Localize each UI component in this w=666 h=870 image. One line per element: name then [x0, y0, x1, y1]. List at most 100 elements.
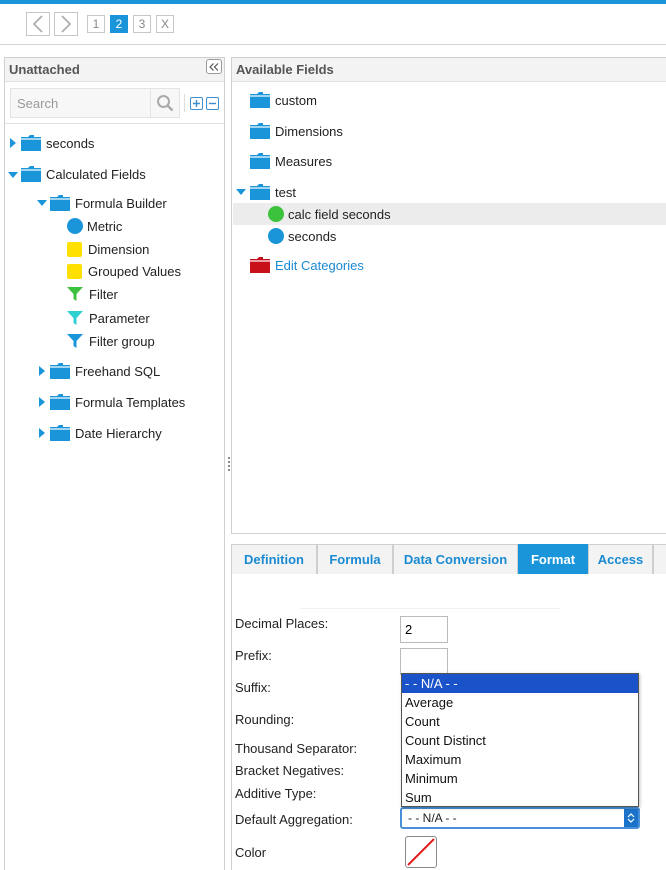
collapse-arrow-icon[interactable] [236, 189, 246, 195]
color-label: Color [235, 845, 267, 860]
edit-categories-link[interactable]: Edit Categories [249, 254, 364, 276]
tree-node-filter[interactable]: Filter [67, 283, 118, 305]
search-icon [157, 95, 174, 112]
field-folder-custom[interactable]: custom [249, 89, 317, 111]
chevron-left-icon [32, 15, 43, 33]
tab-format[interactable]: Format [518, 544, 588, 574]
wizard-stepper: 1 2 3 X [26, 12, 174, 36]
tree-node-freehand-sql[interactable]: Freehand SQL [49, 360, 160, 382]
square-icon [67, 263, 82, 279]
no-color-icon [407, 838, 435, 866]
collapse-arrow-icon[interactable] [37, 200, 47, 206]
field-label: test [275, 184, 296, 200]
top-accent-bar [0, 0, 666, 4]
unattached-header: Unattached [5, 58, 224, 82]
aggregation-option[interactable]: Count [402, 712, 638, 731]
field-folder-test[interactable]: test [249, 181, 296, 203]
collapse-panel-button[interactable] [206, 59, 222, 74]
aggregation-option[interactable]: Minimum [402, 769, 638, 788]
tree-node-filter-group[interactable]: Filter group [67, 330, 155, 352]
step-close[interactable]: X [156, 15, 174, 33]
aggregation-dropdown-list: - - N/A - - Average Count Count Distinct… [401, 673, 639, 807]
decimal-places-input[interactable] [400, 616, 448, 643]
back-button[interactable] [26, 12, 50, 36]
folder-icon [249, 91, 271, 109]
circle-icon [268, 206, 284, 222]
search-button[interactable] [150, 88, 180, 118]
tab-definition[interactable]: Definition [231, 544, 317, 574]
field-seconds[interactable]: seconds [268, 225, 336, 247]
collapse-all-button[interactable] [206, 97, 219, 110]
tree-node-label: Calculated Fields [46, 166, 146, 182]
additive-type-label: Additive Type: [235, 786, 317, 801]
thousand-separator-label: Thousand Separator: [235, 741, 358, 756]
tree-node-seconds[interactable]: seconds [20, 132, 94, 154]
tree-node-metric[interactable]: Metric [67, 215, 122, 237]
folder-icon [20, 134, 42, 152]
tree-node-label: Parameter [89, 310, 150, 326]
tree-node-date-hierarchy[interactable]: Date Hierarchy [49, 422, 162, 444]
tree-node-label: Grouped Values [88, 263, 181, 279]
available-fields-header: Available Fields [232, 58, 666, 82]
tab-formula[interactable]: Formula [317, 544, 393, 574]
default-aggregation-label: Default Aggregation: [235, 812, 353, 827]
tree-node-grouped-values[interactable]: Grouped Values [67, 260, 181, 282]
tree-node-dimension[interactable]: Dimension [67, 238, 149, 260]
header-divider [0, 44, 666, 45]
forward-button[interactable] [54, 12, 78, 36]
expand-all-button[interactable] [190, 97, 203, 110]
funnel-icon [67, 287, 83, 301]
folder-icon [49, 194, 71, 212]
field-label: custom [275, 92, 317, 108]
aggregation-option[interactable]: - - N/A - - [402, 674, 638, 693]
field-folder-dimensions[interactable]: Dimensions [249, 120, 343, 142]
tree-node-label: seconds [46, 135, 95, 151]
unattached-title: Unattached [9, 62, 80, 77]
expand-arrow-icon[interactable] [10, 138, 16, 148]
expand-arrow-icon[interactable] [39, 397, 45, 407]
color-picker-button[interactable] [405, 836, 437, 868]
prefix-input[interactable] [400, 648, 448, 675]
folder-icon [249, 122, 271, 140]
tree-node-formula-builder[interactable]: Formula Builder [49, 192, 167, 214]
tree-node-label: Formula Templates [75, 394, 186, 410]
minus-box-icon [209, 102, 216, 105]
aggregation-option[interactable]: Sum [402, 788, 638, 807]
available-fields-title: Available Fields [236, 62, 334, 77]
double-chevron-left-icon [209, 62, 219, 71]
search-input[interactable] [10, 88, 150, 118]
folder-icon [249, 256, 271, 274]
tree-node-parameter[interactable]: Parameter [67, 307, 150, 329]
square-icon [67, 241, 82, 257]
tab-bar: Definition Formula Data Conversion Forma… [231, 544, 666, 574]
tree-node-label: Dimension [88, 241, 150, 257]
expand-arrow-icon[interactable] [39, 428, 45, 438]
circle-icon [67, 218, 83, 234]
field-label: Measures [275, 153, 333, 169]
aggregation-option[interactable]: Average [402, 693, 638, 712]
tree-node-formula-templates[interactable]: Formula Templates [49, 391, 185, 413]
tab-more[interactable] [653, 544, 666, 574]
tab-data-conversion[interactable]: Data Conversion [393, 544, 518, 574]
divider [300, 608, 560, 609]
field-label: seconds [288, 228, 337, 244]
tree-node-label: Freehand SQL [75, 363, 161, 379]
funnel-icon [67, 334, 83, 348]
rounding-label: Rounding: [235, 712, 295, 727]
aggregation-option[interactable]: Count Distinct [402, 731, 638, 750]
circle-icon [268, 228, 284, 244]
step-3[interactable]: 3 [133, 15, 151, 33]
step-2[interactable]: 2 [110, 15, 128, 33]
default-aggregation-value: - - N/A - - [408, 811, 457, 825]
tab-access[interactable]: Access [588, 544, 653, 574]
expand-arrow-icon[interactable] [39, 366, 45, 376]
tree-node-label: Filter [89, 286, 118, 302]
aggregation-option[interactable]: Maximum [402, 750, 638, 769]
default-aggregation-select[interactable]: - - N/A - - [400, 807, 640, 829]
step-1[interactable]: 1 [87, 15, 105, 33]
field-folder-measures[interactable]: Measures [249, 150, 332, 172]
tree-node-calculated-fields[interactable]: Calculated Fields [20, 163, 146, 185]
plus-box-icon [193, 100, 200, 107]
collapse-arrow-icon[interactable] [8, 172, 18, 178]
field-calc-field-seconds[interactable]: calc field seconds [268, 203, 391, 225]
